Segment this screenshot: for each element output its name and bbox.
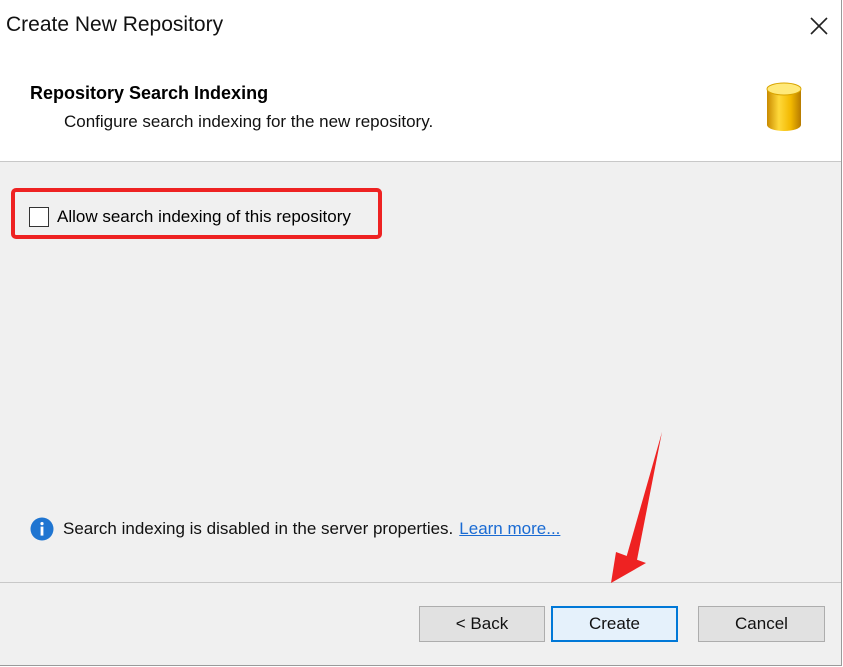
create-button[interactable]: Create [551,606,678,642]
dialog-title: Create New Repository [6,13,224,36]
info-text: Search indexing is disabled in the serve… [63,519,454,538]
button-bar: < Back Create Cancel [0,582,841,665]
wizard-header: Repository Search Indexing Configure sea… [0,52,841,162]
title-bar: Create New Repository [0,0,841,52]
database-icon [766,82,802,131]
cancel-button[interactable]: Cancel [698,606,825,642]
create-repository-dialog: Create New Repository Repository Search … [0,0,842,666]
allow-indexing-checkbox[interactable] [29,207,49,227]
learn-more-link[interactable]: Learn more... [459,519,560,539]
page-title: Repository Search Indexing [30,83,269,103]
allow-indexing-label[interactable]: Allow search indexing of this repository [57,207,351,227]
back-button[interactable]: < Back [419,606,545,642]
page-subtitle: Configure search indexing for the new re… [64,112,434,131]
content-panel: Allow search indexing of this repository… [0,162,841,582]
info-icon [30,517,54,541]
allow-indexing-option[interactable]: Allow search indexing of this repository [29,205,351,229]
close-button[interactable] [797,4,841,48]
close-icon [810,17,828,35]
info-message: Search indexing is disabled in the serve… [30,517,560,541]
